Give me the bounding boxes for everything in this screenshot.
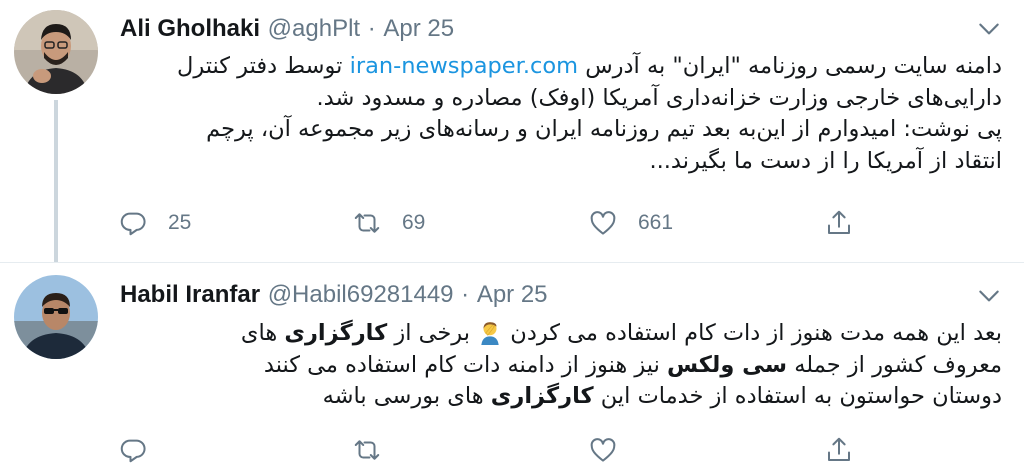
text-segment: دوستان حواستون به استفاده از خدمات این — [593, 383, 1002, 409]
tweet-line: دوستان حواستون به استفاده از خدمات این ک… — [118, 381, 1002, 413]
facepalm-emoji — [481, 322, 499, 345]
share-icon — [828, 437, 850, 461]
heart-icon — [590, 211, 616, 235]
thread-line — [54, 100, 58, 262]
heart-icon — [590, 438, 616, 462]
like-button[interactable] — [588, 430, 638, 470]
tweet-line: معروف کشور از جمله سی ولکس نیز هنوز از د… — [118, 350, 1002, 382]
like-button[interactable]: 661 — [588, 203, 673, 243]
author-handle[interactable]: @Habil69281449 — [268, 281, 454, 308]
bold-text: کارگزاری — [284, 320, 388, 346]
separator: · — [461, 281, 470, 308]
text-segment: بعد این همه مدت هنوز از دات کام استفاده … — [510, 320, 1002, 346]
text-segment: معروف کشور از جمله — [787, 351, 1002, 378]
tweet-line: دامنه سایت رسمی روزنامه "ایران" به آدرس … — [118, 51, 1002, 83]
text-segment: نیز هنوز از دامنه دات کام استفاده می کنن… — [263, 351, 667, 378]
tweet-line: انتقاد از آمریکا را از دست ما بگیرند... — [649, 147, 1002, 174]
reply-button[interactable] — [118, 430, 168, 470]
retweet-button[interactable] — [352, 430, 402, 470]
action-bar: 25 69 661 — [118, 203, 978, 243]
separator: · — [367, 15, 376, 42]
avatar[interactable] — [14, 275, 98, 359]
retweet-button[interactable]: 69 — [352, 203, 425, 243]
retweet-count: 69 — [402, 211, 426, 234]
share-icon — [828, 210, 850, 234]
reply-button[interactable]: 25 — [118, 203, 191, 243]
author-handle[interactable]: @aghPlt — [268, 15, 360, 42]
tweet[interactable]: Habil Iranfar @Habil69281449 · Apr 25 بع… — [0, 262, 1024, 476]
text-segment: برخی از — [387, 320, 478, 346]
avatar[interactable] — [14, 10, 98, 94]
author-name[interactable]: Habil Iranfar — [120, 281, 260, 308]
chevron-down-icon[interactable] — [976, 283, 1002, 309]
tweet-date[interactable]: Apr 25 — [383, 15, 454, 42]
retweet-icon — [354, 440, 380, 460]
tweet-header: Habil Iranfar @Habil69281449 · Apr 25 — [120, 278, 548, 311]
chevron-down-icon[interactable] — [976, 16, 1002, 42]
tweet-text: دامنه سایت رسمی روزنامه "ایران" به آدرس … — [118, 51, 1002, 177]
author-name[interactable]: Ali Gholhaki — [120, 15, 260, 42]
tweet-line: بعد این همه مدت هنوز از دات کام استفاده … — [118, 318, 1002, 350]
action-bar — [118, 430, 978, 470]
tweet-line: پی نوشت: امیدوارم از این‌به بعد تیم روزن… — [206, 116, 1002, 142]
tweet-link[interactable]: iran-newspaper.com — [350, 53, 578, 79]
share-button[interactable] — [824, 203, 854, 243]
bold-text: سی ولکس — [667, 351, 788, 378]
reply-count: 25 — [168, 211, 192, 234]
text-segment: توسط دفتر کنترل — [176, 53, 350, 79]
like-count: 661 — [638, 211, 674, 234]
bold-text: کارگزاری — [490, 383, 594, 409]
reply-icon — [120, 439, 146, 463]
text-segment: های — [240, 320, 285, 346]
tweet-text: بعد این همه مدت هنوز از دات کام استفاده … — [118, 318, 1002, 413]
tweet-date[interactable]: Apr 25 — [477, 281, 548, 308]
text-segment: های بورسی باشه — [322, 383, 491, 409]
tweet-header: Ali Gholhaki @aghPlt · Apr 25 — [120, 12, 454, 45]
tweet-line: دارایی‌های خارجی وزارت خزانه‌داری آمریکا… — [316, 84, 1003, 111]
tweet[interactable]: Ali Gholhaki @aghPlt · Apr 25 دامنه سایت… — [0, 0, 1024, 262]
text-segment: دامنه سایت رسمی روزنامه "ایران" به آدرس — [578, 53, 1002, 79]
share-button[interactable] — [824, 430, 854, 470]
retweet-icon — [354, 213, 380, 233]
reply-icon — [120, 212, 146, 236]
